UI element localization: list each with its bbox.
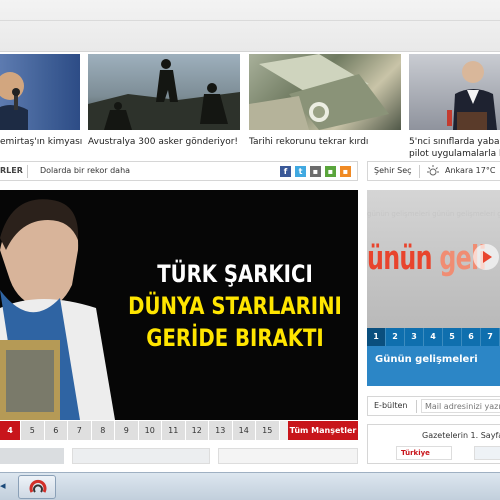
news-thumb-caption[interactable]: Avustralya 300 asker gönderiyor!	[88, 136, 238, 148]
city-select[interactable]: Şehir Seç	[374, 166, 412, 175]
video-tab[interactable]: 6	[462, 328, 481, 346]
hero-headline: TÜRK ŞARKICI DÜNYA STARLARINI GERİDE BIR…	[124, 258, 345, 354]
pager-item[interactable]: 4	[0, 421, 21, 440]
video-tabs: 1 2 3 4 5 6 7	[367, 328, 500, 346]
video-tab[interactable]: 2	[386, 328, 405, 346]
newsletter-label: E-bülten	[374, 401, 408, 410]
pager-item[interactable]: 11	[162, 421, 186, 440]
divider	[416, 400, 417, 413]
all-headlines-button[interactable]: Tüm Manşetler	[288, 421, 358, 440]
pager-item[interactable]: 14	[232, 421, 256, 440]
android-icon[interactable]: ▪	[325, 166, 336, 177]
news-thumb-image[interactable]	[88, 54, 240, 130]
os-taskbar: ◂	[0, 472, 500, 500]
video-tab[interactable]: 3	[405, 328, 424, 346]
news-thumb-image[interactable]	[249, 54, 401, 130]
video-caption[interactable]: Günün gelişmeleri	[367, 346, 500, 386]
pager-item[interactable]: 5	[21, 421, 45, 440]
news-thumbnail-strip: emirtaş'ın kimyası Avustralya 300 asker …	[0, 54, 500, 159]
video-tab[interactable]: 7	[481, 328, 500, 346]
divider	[27, 165, 28, 178]
hero-image	[0, 190, 115, 420]
pager-item[interactable]: 9	[115, 421, 139, 440]
share-icon[interactable]: ▪	[310, 166, 321, 177]
newsletter-email-input[interactable]	[421, 399, 500, 413]
social-links: f t ▪ ▪ ▪	[280, 166, 351, 177]
taskbar-app-button[interactable]	[18, 475, 56, 499]
play-icon[interactable]	[473, 244, 499, 270]
news-thumb-caption-line: pilot uygulamalarla ba	[409, 149, 500, 159]
promo-background-text: günün gelişmeleri günün gelişmeleri günü…	[367, 210, 500, 218]
content-card[interactable]	[218, 448, 358, 464]
promo-title: ünün geli	[367, 238, 487, 278]
video-tab[interactable]: 4	[424, 328, 443, 346]
newspaper-front-pages: Gazetelerin 1. Sayfa Türkiye	[367, 424, 500, 464]
news-thumb-caption[interactable]: Tarihi rekorunu tekrar kırdı	[249, 136, 368, 148]
pager-item[interactable]: 10	[138, 421, 162, 440]
video-promo[interactable]: günün gelişmeleri günün gelişmeleri g ünü…	[367, 190, 500, 328]
content-card[interactable]	[72, 448, 210, 464]
news-thumb-caption[interactable]: emirtaş'ın kimyası	[0, 136, 82, 148]
browser-toolbar	[0, 0, 500, 52]
app-icon	[29, 479, 47, 493]
rss-icon[interactable]: ▪	[340, 166, 351, 177]
newsletter-box: E-bülten	[367, 396, 500, 416]
news-thumb-image[interactable]	[0, 54, 80, 130]
promo-title-part: ünün	[367, 238, 440, 277]
weather-text: Ankara 17°C	[445, 166, 496, 175]
facebook-icon[interactable]: f	[280, 166, 291, 177]
start-edge[interactable]: ◂	[0, 479, 10, 495]
divider	[419, 165, 420, 178]
video-caption-text: Günün gelişmeleri	[375, 354, 478, 365]
pager-item[interactable]: 15	[256, 421, 280, 440]
newspaper-logo[interactable]: Türkiye	[396, 446, 452, 460]
pager-item[interactable]: 13	[209, 421, 233, 440]
ticker-text[interactable]: Dolarda bir rekor daha	[40, 166, 130, 175]
front-pages-title: Gazetelerin 1. Sayfa	[422, 431, 500, 440]
pager-item[interactable]: 7	[68, 421, 92, 440]
pager-item[interactable]: 12	[185, 421, 209, 440]
pager-item[interactable]: 8	[91, 421, 115, 440]
news-ticker: RLER Dolarda bir rekor daha f t ▪ ▪ ▪	[0, 161, 358, 181]
lower-content-strip	[0, 448, 358, 464]
video-tab[interactable]: 5	[443, 328, 462, 346]
headline-line: DÜNYA STARLARINI	[128, 292, 342, 320]
headline-pager: 4 5 6 7 8 9 10 11 12 13 14 15 Tüm Manşet…	[0, 421, 358, 440]
pager-item[interactable]: 6	[44, 421, 68, 440]
ticker-label: RLER	[0, 166, 23, 175]
headline-line: GERİDE BIRAKTI	[146, 324, 324, 352]
newspaper-logo-image[interactable]	[474, 446, 500, 460]
headline-line: TÜRK ŞARKICI	[157, 260, 313, 288]
news-thumb-caption[interactable]: 5'nci sınıflarda yabanc pilot uygulamala…	[409, 136, 500, 160]
content-card[interactable]	[0, 448, 64, 464]
city-weather-bar: Şehir Seç Ankara 17°C	[367, 161, 500, 181]
news-thumb-caption-line: 5'nci sınıflarda yabanc	[409, 137, 500, 147]
news-thumb-image[interactable]	[409, 54, 500, 130]
twitter-icon[interactable]: t	[295, 166, 306, 177]
weather-sun-icon	[427, 165, 439, 176]
video-tab[interactable]: 1	[367, 328, 386, 346]
headline-slider[interactable]: TÜRK ŞARKICI DÜNYA STARLARINI GERİDE BIR…	[0, 190, 358, 420]
